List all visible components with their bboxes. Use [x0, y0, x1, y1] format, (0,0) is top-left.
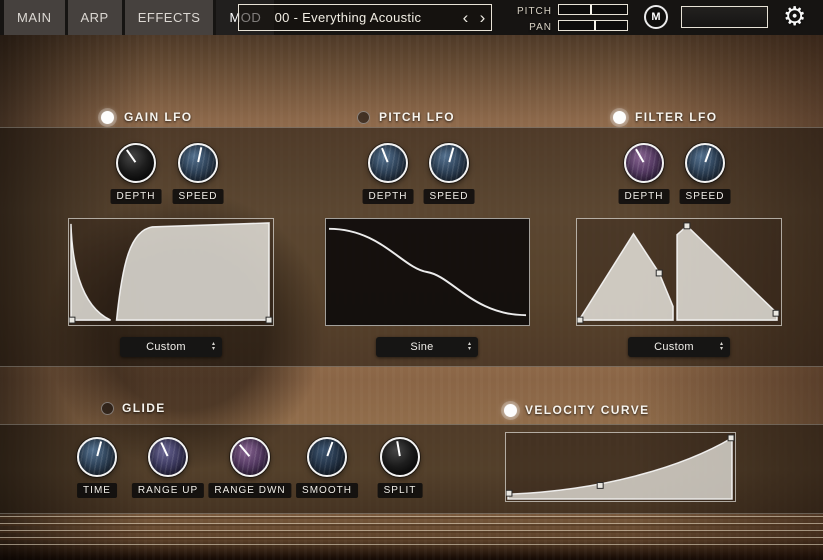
filter-lfo-waveform — [577, 219, 781, 325]
curve-handle[interactable] — [577, 317, 583, 323]
pan-slider-handle[interactable] — [594, 21, 596, 30]
tab-main[interactable]: MAIN — [4, 0, 65, 35]
curve-handle[interactable] — [773, 310, 779, 316]
curve-handle[interactable] — [506, 490, 512, 496]
preset-name: 00 - Everything Acoustic — [239, 10, 457, 25]
glide-time-label: TIME — [77, 483, 117, 498]
pitch-lfo-wave-select[interactable]: Sine ▴ ▾ — [376, 337, 478, 357]
preset-prev-button[interactable]: ‹ — [457, 5, 474, 30]
velocity-curve — [506, 433, 735, 501]
glide-range-down-label: RANGE DWN — [208, 483, 291, 498]
top-toolbar: MAIN ARP EFFECTS MOD 00 - Everything Aco… — [0, 0, 823, 35]
pitch-lfo-title: PITCH LFO — [379, 110, 455, 124]
pitch-lfo-wave-value: Sine — [376, 341, 468, 353]
curve-handle[interactable] — [656, 270, 662, 276]
pitch-lfo-speed-label: SPEED — [424, 189, 475, 204]
pitch-lfo-depth-knob[interactable] — [368, 143, 408, 183]
select-arrows-icon[interactable]: ▴ ▾ — [720, 342, 730, 352]
waveform-path — [677, 226, 777, 320]
gain-lfo-title: GAIN LFO — [124, 110, 193, 124]
pitch-label: PITCH — [498, 6, 552, 17]
waveform-path — [117, 223, 270, 320]
filter-lfo-wave-select[interactable]: Custom ▴ ▾ — [628, 337, 730, 357]
filter-lfo-toggle[interactable] — [613, 111, 626, 124]
filter-lfo-depth-label: DEPTH — [619, 189, 670, 204]
curve-handle[interactable] — [684, 223, 690, 229]
nav-tabs: MAIN ARP EFFECTS MOD — [4, 0, 274, 35]
pan-label: PAN — [498, 22, 552, 33]
spinner-down-icon[interactable]: ▾ — [720, 347, 723, 352]
tab-arp[interactable]: ARP — [68, 0, 122, 35]
preset-selector[interactable]: 00 - Everything Acoustic ‹ › — [238, 4, 492, 31]
filter-lfo-wave-value: Custom — [628, 341, 720, 353]
glide-smooth-label: SMOOTH — [296, 483, 358, 498]
glide-range-up-label: RANGE UP — [132, 483, 204, 498]
waveform-path — [508, 438, 732, 499]
filter-lfo-title: FILTER LFO — [635, 110, 717, 124]
curve-handle[interactable] — [69, 317, 75, 323]
plugin-window: MAIN ARP EFFECTS MOD 00 - Everything Aco… — [0, 0, 823, 560]
select-arrows-icon[interactable]: ▴ ▾ — [212, 342, 222, 352]
gain-lfo-speed-knob[interactable] — [178, 143, 218, 183]
filter-lfo-speed-knob[interactable] — [685, 143, 725, 183]
level-meter — [681, 6, 768, 28]
pan-slider[interactable] — [558, 20, 628, 31]
gain-lfo-wave-select[interactable]: Custom ▴ ▾ — [120, 337, 222, 357]
waveform-path — [329, 229, 526, 315]
glide-toggle[interactable] — [101, 402, 114, 415]
gain-lfo-depth-label: DEPTH — [111, 189, 162, 204]
tab-effects[interactable]: EFFECTS — [125, 0, 214, 35]
settings-gear-icon[interactable]: ⚙ — [783, 1, 806, 32]
gain-lfo-speed-label: SPEED — [173, 189, 224, 204]
curve-handle[interactable] — [597, 483, 603, 489]
spinner-down-icon[interactable]: ▾ — [468, 347, 471, 352]
pitch-slider-handle[interactable] — [590, 5, 592, 14]
glide-range-down-knob[interactable] — [230, 437, 270, 477]
waveform-path — [71, 224, 111, 320]
pitch-lfo-speed-knob[interactable] — [429, 143, 469, 183]
spinner-down-icon[interactable]: ▾ — [212, 347, 215, 352]
gain-lfo-depth-knob[interactable] — [116, 143, 156, 183]
velocity-curve-toggle[interactable] — [504, 404, 517, 417]
glide-range-up-knob[interactable] — [148, 437, 188, 477]
velocity-curve-editor[interactable] — [505, 432, 736, 502]
gain-lfo-waveform — [69, 219, 273, 325]
preset-next-button[interactable]: › — [474, 5, 491, 30]
gain-lfo-waveform-editor[interactable] — [68, 218, 274, 326]
curve-handle[interactable] — [266, 317, 272, 323]
filter-lfo-waveform-editor[interactable] — [576, 218, 782, 326]
gain-lfo-toggle[interactable] — [101, 111, 114, 124]
guitar-strings — [0, 512, 823, 545]
pitch-lfo-waveform — [326, 219, 529, 325]
mute-button[interactable]: M — [644, 5, 668, 29]
filter-lfo-speed-label: SPEED — [680, 189, 731, 204]
select-arrows-icon[interactable]: ▴ ▾ — [468, 342, 478, 352]
waveform-path — [579, 234, 673, 320]
curve-handle[interactable] — [728, 435, 734, 441]
filter-lfo-depth-knob[interactable] — [624, 143, 664, 183]
gain-lfo-wave-value: Custom — [120, 341, 212, 353]
velocity-curve-title: VELOCITY CURVE — [525, 403, 650, 417]
pitch-slider[interactable] — [558, 4, 628, 15]
glide-split-label: SPLIT — [378, 483, 423, 498]
glide-title: GLIDE — [122, 401, 166, 415]
pitch-lfo-depth-label: DEPTH — [363, 189, 414, 204]
pitch-lfo-waveform-editor[interactable] — [325, 218, 530, 326]
glide-smooth-knob[interactable] — [307, 437, 347, 477]
pitch-lfo-toggle[interactable] — [357, 111, 370, 124]
glide-split-knob[interactable] — [380, 437, 420, 477]
glide-time-knob[interactable] — [77, 437, 117, 477]
